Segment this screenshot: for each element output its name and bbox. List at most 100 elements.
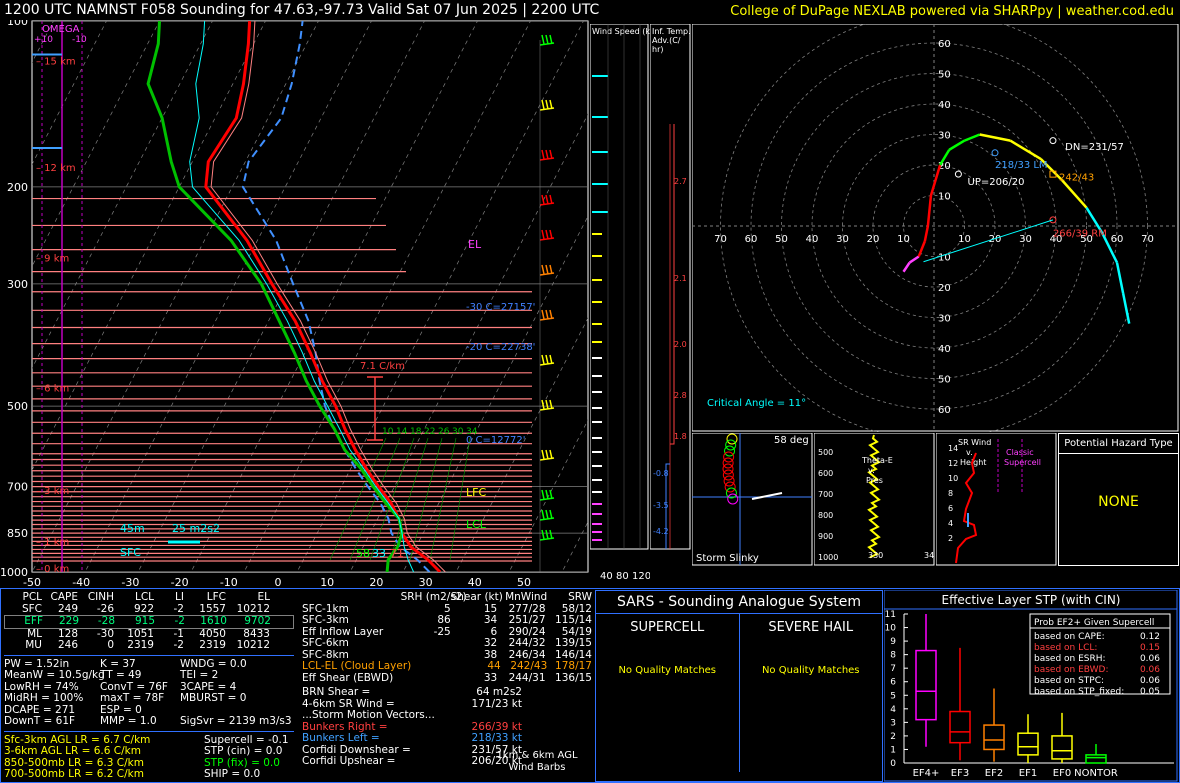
sars-panel: SARS - Sounding Analogue System SUPERCEL… [595,590,883,782]
srwind-line [955,452,978,564]
hodo-ring-label: 60 [938,405,951,416]
thetae-tick: 600 [818,469,833,478]
thermo-cell: 249 [57,602,78,615]
prob-value: 0.06 [1140,665,1160,675]
lfc-label: LFC [466,486,486,499]
index-row: MeanW = 10.5g/kg TT = 49 TEI = 2 [4,669,219,681]
sfc-wetbulb: 33 [372,547,386,560]
thetae-xtick: 330 [868,551,883,560]
thermo-cell: CINH [87,591,114,603]
thermo-cell: 1557 [199,602,226,615]
kinematic-row: LCL-EL (Cloud Layer) 44 242/43 178/17 [302,660,592,672]
inf-value: 2.8 [674,391,687,400]
dn-label: DN=231/57 [1065,142,1124,153]
hodo-ring-label: 10 [958,234,971,245]
thermo-cell: EFF [24,615,43,627]
thermo-cell: LCL [134,591,154,603]
prob-label: based on STP_fixed: [1034,687,1124,697]
sars-hail-label: SEVERE HAIL [768,620,854,635]
hodo-ring-label: 10 [938,253,951,264]
thetae-line [867,434,881,559]
wspd-tick: 40 [600,571,613,582]
c20-label: -20 C=22738' [466,342,535,353]
stp-ytick: 8 [890,651,896,661]
stp-box [915,649,937,721]
wb-tick: 22 [424,427,435,437]
height-label: – 15 km [36,57,76,68]
height-label: – 0 km [36,564,69,575]
stp-box [1017,732,1039,756]
inf-value: 2.1 [674,274,687,283]
thermo-cell: 229 [58,615,79,627]
inf-value: -0.8 [653,469,669,478]
eff-depth-label: 45m [120,522,145,535]
height-label: – 3 km [36,486,69,497]
thermo-cell: 9702 [244,615,271,627]
stp-ytick: 4 [890,705,896,715]
stp-category: NONTOR [1074,768,1118,779]
srwind-tick: 4 [948,519,953,528]
hodo-ring-label: 20 [867,234,880,245]
srwind-tick: 2 [948,534,953,543]
wb-tick: 34 [466,427,478,437]
hodo-ring-label: 40 [806,234,819,245]
isotherm [0,21,1,584]
thermo-cell: -2 [173,602,184,615]
thermo-cell: MU [25,639,42,651]
hodo-ring-label: 20 [989,234,1002,245]
thermo-cell: 922 [133,602,154,615]
thermo-cell: -2 [173,639,184,651]
thermo-cell: SFC [21,602,42,615]
inf-temp-adv-panel: Inf. Temp. Adv.(C/hr) 2.7 2.1 2.0 2.8 1.8 -0.8… [650,24,691,550]
kinematic-pair: BRN Shear = 64 m2s2 [302,686,522,698]
theta-e-panel: 500 600 700 800 900 1000 Theta-Ev.Pres 330 34 [814,433,935,566]
stp-category: EF4+ [913,768,940,779]
prob-value: 0.15 [1140,643,1160,653]
pressure-tick: 850 [7,527,28,540]
temp-tick: -40 [72,576,90,588]
inf-temp-label: Inf. Temp. Adv.(C/hr) [652,27,691,54]
sfc-dewpoint: 58 [356,547,370,560]
temp-tick: 10 [320,576,334,588]
prob-value: 0.12 [1140,632,1160,642]
barbs-label: 1km & 6km AGL Wind Barbs [496,750,578,773]
prob-value: 0.05 [1140,687,1160,697]
pressure-tick: 500 [7,400,28,413]
thermo-cell: 246 [57,639,78,651]
skewt-chart: 1002003005007008501000-50 -40 -30 -20 -10 0 10… [0,20,589,588]
sars-title: SARS - Sounding Analogue System [617,594,861,610]
srwind-label: v. [966,448,973,457]
hodo-ring-label: 50 [938,375,951,386]
wb-tick: 26 [438,427,450,437]
wind-speed-panel: Wind Speed (knots) 40 80 120 [590,24,650,582]
thetae-tick: 800 [818,511,833,520]
stp-ytick: 6 [890,678,896,688]
slinky-label: Storm Slinky [696,553,759,564]
thetae-xtick: 34 [924,551,934,560]
stp-box [1085,754,1107,764]
height-label: – 9 km [36,253,69,264]
wspd-tick: 120 [632,571,650,582]
kinematic-pair: Bunkers Left = 218/33 kt [302,732,522,744]
hodo-ring-label: 20 [938,283,951,294]
hodo-ring-label: 10 [897,234,910,245]
hodo-ring-label: 30 [836,234,849,245]
stp-category: EF3 [951,768,969,779]
thermo-row: EFF 229 -28 915 -2 1610 9702 [4,615,294,629]
wspd-tick: 80 [616,571,629,582]
hodo-ring-label: 50 [938,70,951,81]
hodo-ring-label: 60 [745,234,758,245]
c30-label: -30 C=27157' [466,302,535,313]
sr-wind-panel: 1412108642SR Windv.HeightClassicSupercel… [936,433,1057,566]
thermo-cell: PCL [22,591,42,603]
stp-category: EF2 [985,768,1003,779]
slinky-angle: 58 deg [774,435,809,446]
thermo-cell: 2319 [199,639,226,651]
inf-value: -3.5 [653,501,669,510]
motion-title: ...Storm Motion Vectors... [302,709,435,721]
hodograph-chart: 1010101020202020303030304040404050505050… [692,24,1179,432]
lcl-label: LCL [466,518,487,531]
hodo-ring-label: 10 [938,192,951,203]
stp-category: EF1 [1019,768,1037,779]
thermo-cell: 10212 [236,639,270,651]
